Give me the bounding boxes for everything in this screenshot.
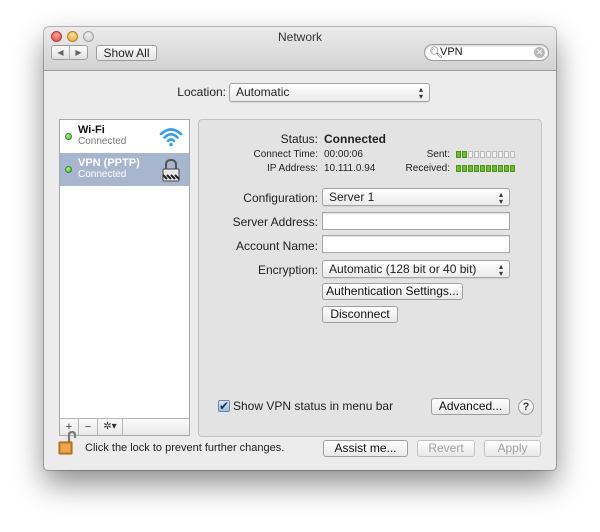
lock-message: Click the lock to prevent further change…: [85, 442, 285, 454]
service-list-toolbar: + − ✲▾: [60, 418, 189, 435]
search-input-value[interactable]: VPN: [440, 46, 463, 58]
server-address-input[interactable]: [322, 212, 510, 230]
connect-time-label: Connect Time:: [253, 149, 318, 160]
popup-arrows-icon: ▴ ▾: [418, 85, 423, 101]
service-item-wifi[interactable]: Wi-Fi Connected: [60, 120, 189, 153]
configuration-popup[interactable]: Server 1 ▴ ▾: [322, 188, 510, 206]
disconnect-button[interactable]: Disconnect: [322, 306, 398, 323]
service-status: Connected: [78, 169, 127, 180]
received-label: Received:: [405, 163, 450, 174]
apply-button[interactable]: Apply: [484, 440, 541, 457]
meter-segment: [456, 151, 461, 158]
gear-action-menu[interactable]: ✲▾: [98, 419, 123, 435]
title-bar: Network ◀ ▶ Show All 🔍︎ VPN ✕: [44, 27, 556, 71]
meter-segment: [462, 165, 467, 172]
server-address-label: Server Address:: [232, 215, 318, 229]
meter-segment: [456, 165, 461, 172]
connect-time-value: 00:00:06: [324, 149, 363, 160]
authentication-settings-button[interactable]: Authentication Settings...: [322, 283, 463, 300]
meter-segment: [474, 151, 479, 158]
service-name: VPN (PPTP): [78, 157, 140, 169]
show-all-button[interactable]: Show All: [96, 45, 157, 61]
location-label: Location:: [177, 85, 226, 99]
forward-button[interactable]: ▶: [69, 46, 87, 59]
account-name-input[interactable]: [322, 235, 510, 253]
service-item-vpn-pptp[interactable]: VPN (PPTP) Connected: [60, 153, 189, 186]
help-button[interactable]: ?: [518, 399, 534, 415]
encryption-popup[interactable]: Automatic (128 bit or 40 bit) ▴ ▾: [322, 260, 510, 278]
location-popup[interactable]: Automatic ▴ ▾: [229, 83, 430, 102]
meter-segment: [474, 165, 479, 172]
encryption-value: Automatic (128 bit or 40 bit): [329, 262, 477, 276]
service-name: Wi-Fi: [78, 124, 105, 136]
service-status: Connected: [78, 136, 127, 147]
meter-segment: [486, 165, 491, 172]
ip-address-label: IP Address:: [267, 163, 318, 174]
meter-segment: [498, 165, 503, 172]
back-forward-control: ◀ ▶: [51, 45, 88, 60]
meter-segment: [462, 151, 467, 158]
meter-segment: [510, 151, 515, 158]
configuration-value: Server 1: [329, 190, 375, 204]
meter-segment: [492, 151, 497, 158]
received-activity-meter: [456, 165, 515, 172]
wifi-icon: [159, 128, 183, 147]
network-preferences-window: Network ◀ ▶ Show All 🔍︎ VPN ✕ Location: …: [44, 27, 556, 470]
meter-segment: [504, 151, 509, 158]
status-value: Connected: [324, 132, 387, 146]
advanced-button[interactable]: Advanced...: [431, 398, 510, 415]
meter-segment: [510, 165, 515, 172]
location-value: Automatic: [236, 85, 290, 99]
remove-service-button[interactable]: −: [79, 419, 98, 435]
meter-segment: [468, 165, 473, 172]
clear-search-icon[interactable]: ✕: [534, 47, 545, 58]
meter-segment: [480, 151, 485, 158]
search-field[interactable]: 🔍︎ VPN ✕: [424, 44, 549, 61]
meter-segment: [504, 165, 509, 172]
account-name-label: Account Name:: [235, 239, 318, 253]
status-dot: [65, 166, 72, 173]
popup-arrows-icon: ▴ ▾: [498, 190, 503, 206]
show-vpn-status-label[interactable]: Show VPN status in menu bar: [233, 399, 393, 413]
service-list: Wi-Fi Connected VPN (PPTP) Connected + −…: [59, 119, 190, 436]
checkmark-icon: ✔: [219, 399, 230, 413]
meter-segment: [480, 165, 485, 172]
sent-label: Sent:: [426, 149, 450, 160]
revert-button[interactable]: Revert: [417, 440, 475, 457]
configuration-label: Configuration:: [243, 191, 318, 205]
padlock-icon: [162, 158, 180, 182]
assist-me-button[interactable]: Assist me...: [323, 440, 408, 457]
window-title: Network: [277, 30, 322, 44]
show-vpn-status-checkbox[interactable]: ✔: [218, 400, 230, 412]
popup-arrows-icon: ▴ ▾: [498, 262, 503, 278]
status-dot: [65, 133, 72, 140]
back-button[interactable]: ◀: [52, 46, 69, 59]
sent-activity-meter: [456, 151, 515, 158]
meter-segment: [492, 165, 497, 172]
meter-segment: [498, 151, 503, 158]
ip-address-value: 10.111.0.94: [324, 163, 376, 174]
meter-segment: [486, 151, 491, 158]
encryption-label: Encryption:: [257, 263, 318, 277]
unlocked-padlock-icon[interactable]: [57, 431, 79, 455]
meter-segment: [468, 151, 473, 158]
status-label: Status:: [280, 132, 318, 146]
